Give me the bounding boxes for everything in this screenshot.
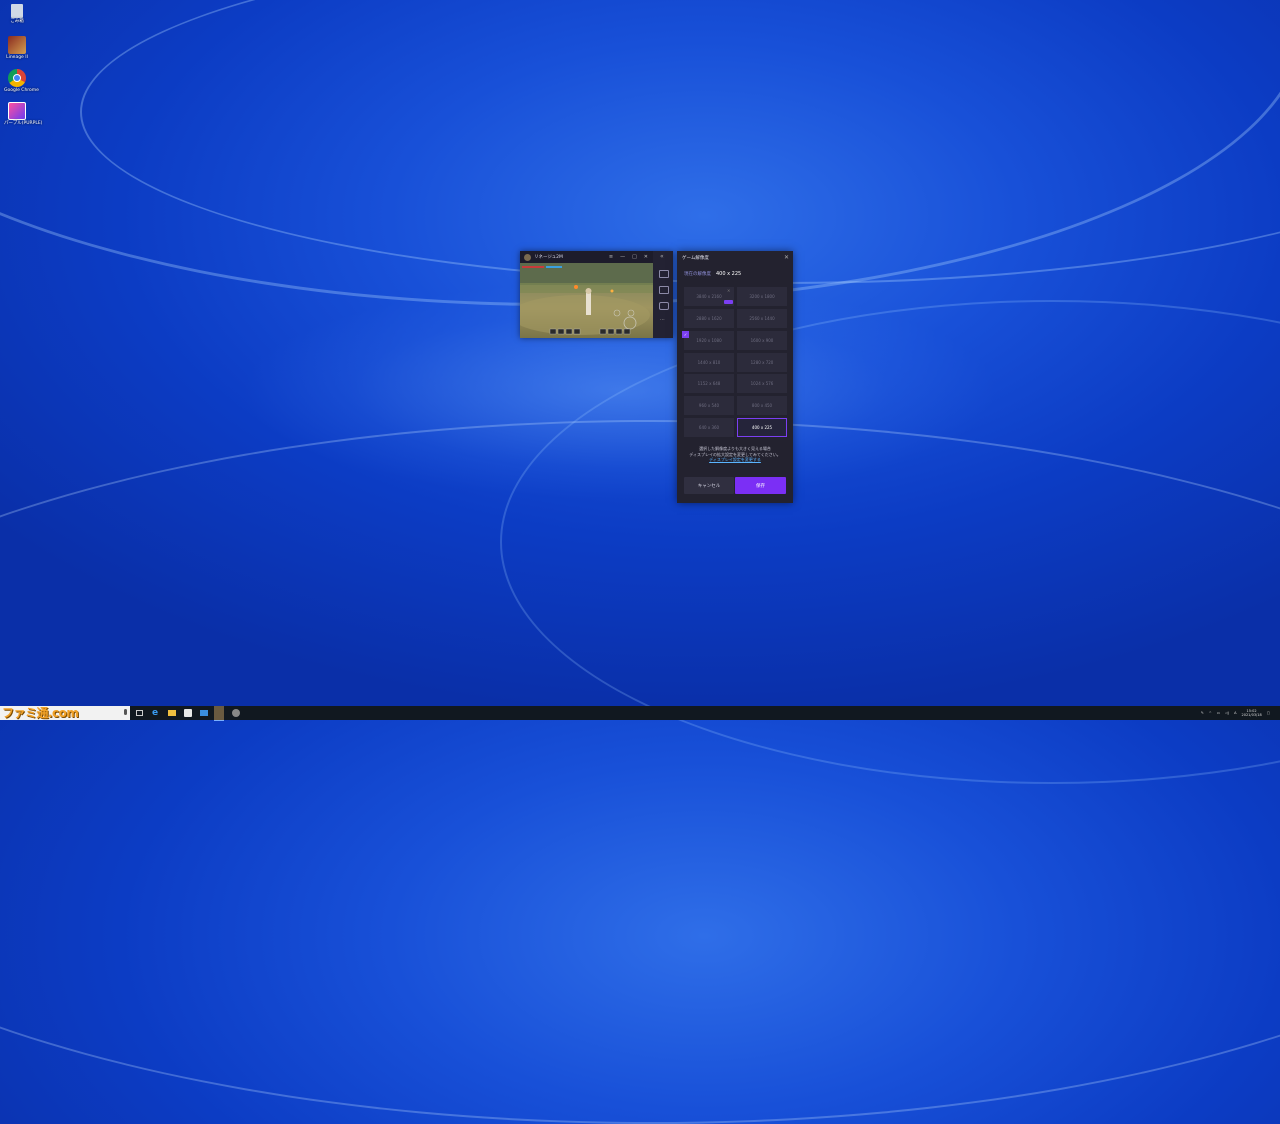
game-logo-icon <box>524 253 531 261</box>
resolution-option[interactable]: 1280 x 720 <box>737 353 787 372</box>
current-resolution: 現在の解像度 400 x 225 <box>684 271 741 277</box>
resolution-option[interactable]: 3200 x 1800 <box>737 287 787 306</box>
resolution-option[interactable]: 1600 x 900 <box>737 331 787 350</box>
resolution-option[interactable]: 1440 x 810 <box>684 353 734 372</box>
keyboard-icon[interactable] <box>659 270 669 278</box>
desktop-icon-label: パープル(PURPLE) <box>4 121 43 126</box>
resolution-option[interactable]: 1024 x 576 <box>737 374 787 393</box>
minimize-icon[interactable]: — <box>620 254 625 260</box>
collapse-icon[interactable]: « <box>660 253 664 260</box>
resolution-option[interactable]: 800 x 450 <box>737 396 787 415</box>
resolution-option[interactable]: 2880 x 1620 <box>684 309 734 328</box>
display-settings-link[interactable]: ディスプレイ設定を変更する <box>683 457 787 463</box>
desktop-icon-label: Google Chrome <box>4 88 39 93</box>
clock-date: 2021/03/18 <box>1241 713 1262 717</box>
resolution-label: 400 x 225 <box>751 425 773 430</box>
resolution-label: 1152 x 648 <box>697 381 721 386</box>
resolution-dialog: ゲーム解像度 ✕ 現在の解像度 400 x 225 3840 x 2160 32… <box>677 251 793 503</box>
warning-text: 選択した解像度よりも大きく見える場合 ディスプレイの拡大設定を変更してみてくださ… <box>683 446 787 463</box>
resolution-label: 1280 x 720 <box>750 360 774 365</box>
dialog-title: ゲーム解像度 <box>682 256 709 261</box>
desktop-icon-purple[interactable]: パープル(PURPLE) <box>4 102 43 127</box>
recycle-bin-icon <box>11 4 23 18</box>
volume-icon[interactable] <box>659 302 669 310</box>
maximize-icon[interactable]: □ <box>632 254 637 260</box>
taskbar-search-box[interactable]: ファミ通.com <box>0 706 130 720</box>
store-icon[interactable] <box>184 709 192 717</box>
resolution-option[interactable]: 2560 x 1440 <box>737 309 787 328</box>
more-icon[interactable]: ··· <box>660 317 665 323</box>
close-icon: ✕ <box>727 288 731 293</box>
watermark-logo: ファミ通.com <box>2 706 79 720</box>
resolution-label: 800 x 450 <box>751 403 773 408</box>
current-marker-icon: ✓ <box>682 331 689 338</box>
close-icon[interactable]: ✕ <box>644 254 648 260</box>
purple-app-icon[interactable] <box>232 709 240 717</box>
cancel-button[interactable]: キャンセル <box>684 477 734 494</box>
resolution-option-selected[interactable]: 400 x 225 <box>737 418 787 437</box>
network-icon[interactable]: ▭ <box>1217 711 1220 715</box>
screen-icon[interactable] <box>659 286 669 294</box>
resolution-option[interactable]: 960 x 540 <box>684 396 734 415</box>
game-title: リネージュ2M <box>534 255 563 260</box>
game-app-icon[interactable] <box>214 706 224 721</box>
current-resolution-label: 現在の解像度 <box>684 272 711 277</box>
resolution-label: 1440 x 810 <box>697 360 721 365</box>
resolution-label: 2560 x 1440 <box>749 316 775 321</box>
ime-icon[interactable]: A <box>1234 711 1236 715</box>
resolution-label: 3200 x 1800 <box>749 294 775 299</box>
save-button[interactable]: 保存 <box>735 477 786 494</box>
file-explorer-icon[interactable] <box>168 710 176 716</box>
task-view-icon[interactable] <box>136 710 143 716</box>
game-side-toolbar: « ··· <box>653 251 673 338</box>
microphone-icon[interactable] <box>124 709 127 715</box>
game-viewport[interactable] <box>520 263 653 338</box>
resolution-option[interactable]: 640 x 360 <box>684 418 734 437</box>
lineage-icon <box>8 36 26 54</box>
close-icon[interactable]: ✕ <box>784 254 789 261</box>
purple-app-icon <box>8 102 26 120</box>
notification-icon[interactable]: ▢ <box>1267 711 1270 715</box>
clock[interactable]: 15:02 2021/03/18 <box>1242 709 1262 718</box>
resolution-label: 1024 x 576 <box>750 381 774 386</box>
resolution-label: 3840 x 2160 <box>696 294 722 299</box>
taskbar: ファミ通.com e ✎ ^ ▭ ◁) A 15:02 2021/03/18 ▢ <box>0 706 1280 721</box>
system-tray: ✎ ^ ▭ ◁) A 15:02 2021/03/18 ▢ <box>1201 706 1270 720</box>
resolution-option[interactable]: 1920 x 1080 <box>684 331 734 350</box>
current-resolution-value: 400 x 225 <box>716 271 742 277</box>
desktop-icon-chrome[interactable]: Google Chrome <box>4 69 39 94</box>
desktop-icon-label: ごみ箱 <box>10 19 24 24</box>
resolution-label: 1600 x 900 <box>750 338 774 343</box>
chevron-up-icon[interactable]: ^ <box>1209 711 1212 715</box>
resolution-option[interactable]: 1152 x 648 <box>684 374 734 393</box>
resolution-label: 960 x 540 <box>698 403 720 408</box>
menu-icon[interactable]: ≡ <box>609 254 613 260</box>
game-scene <box>520 263 653 335</box>
edge-icon[interactable]: e <box>152 707 160 718</box>
desktop-icon-lineage[interactable]: Lineage II <box>4 36 30 61</box>
resolution-label: 1920 x 1080 <box>696 338 722 343</box>
desktop-icon-recycle-bin[interactable]: ごみ箱 <box>4 4 30 25</box>
pen-icon[interactable]: ✎ <box>1201 711 1204 715</box>
recommended-badge <box>724 300 733 304</box>
resolution-label: 2880 x 1620 <box>696 316 722 321</box>
chrome-icon <box>8 69 26 87</box>
game-titlebar[interactable]: リネージュ2M ≡ — □ ✕ <box>520 251 673 263</box>
desktop-icon-label: Lineage II <box>6 55 28 60</box>
volume-icon[interactable]: ◁) <box>1225 711 1229 715</box>
mail-icon[interactable] <box>200 710 208 716</box>
game-window[interactable]: リネージュ2M ≡ — □ ✕ « ··· <box>520 251 673 338</box>
resolution-label: 640 x 360 <box>698 425 720 430</box>
